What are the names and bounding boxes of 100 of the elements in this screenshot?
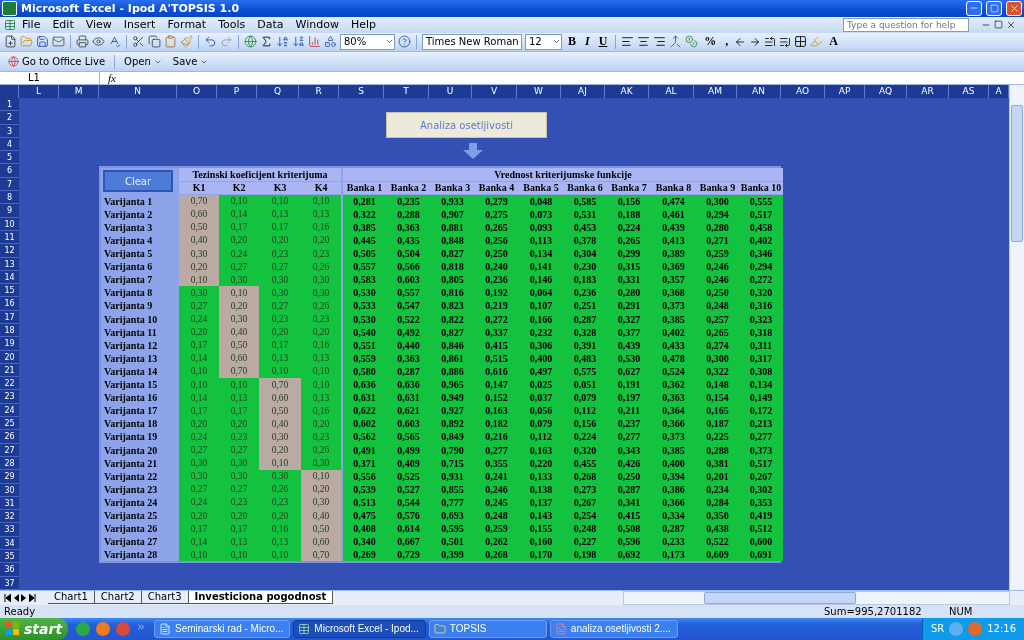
last-sheet-icon[interactable] (29, 593, 36, 602)
column-header[interactable]: R (299, 84, 339, 98)
menu-item[interactable]: Format (161, 18, 213, 32)
maximize-button[interactable] (986, 0, 1002, 16)
column-header[interactable]: AL (649, 84, 694, 98)
taskbar-button[interactable]: analiza osetljivosti 2.... (549, 620, 678, 638)
new-file-icon[interactable] (4, 35, 17, 49)
sum-icon[interactable] (260, 35, 273, 49)
minimize-button[interactable] (966, 0, 982, 16)
score-cell: 0,277 (474, 443, 519, 457)
column-header[interactable]: T (384, 84, 429, 98)
previous-sheet-icon[interactable] (13, 593, 19, 602)
undo-icon[interactable] (204, 35, 217, 49)
open-button[interactable]: Open (120, 54, 166, 70)
column-header[interactable]: AK (605, 84, 649, 98)
column-header[interactable]: AR (907, 84, 949, 98)
globe-icon[interactable] (244, 35, 257, 49)
sheet-tab[interactable]: Chart2 (94, 591, 142, 605)
underline-button[interactable]: U (595, 34, 611, 50)
column-header[interactable]: V (472, 84, 517, 98)
column-header[interactable]: P (217, 84, 257, 98)
restore-icon[interactable] (994, 20, 1003, 30)
column-header[interactable]: L (19, 84, 59, 98)
percent-button[interactable]: % (701, 34, 720, 50)
align-left-icon[interactable] (621, 35, 635, 49)
column-header[interactable]: AQ (865, 84, 907, 98)
mail-icon[interactable] (52, 35, 65, 49)
office-live-button[interactable]: Go to Office Live (4, 54, 110, 70)
decrease-indent-icon[interactable] (764, 35, 777, 48)
sheet-tab[interactable]: Chart1 (48, 591, 95, 605)
increase-indent-icon[interactable] (779, 35, 792, 48)
column-header[interactable]: S (339, 84, 384, 98)
font-dropdown[interactable]: Times New Roman (422, 33, 522, 50)
chart-icon[interactable] (308, 35, 321, 49)
paste-icon[interactable] (164, 35, 177, 49)
column-header[interactable]: AS (949, 84, 989, 98)
sheet-tab[interactable]: Investiciona pogodnost (188, 591, 334, 605)
font-color-button[interactable]: A (826, 34, 842, 50)
menu-item[interactable]: View (79, 18, 118, 32)
menu-item[interactable]: Edit (46, 18, 80, 32)
italic-button[interactable]: I (582, 34, 593, 50)
bold-button[interactable]: B (565, 34, 579, 50)
column-header[interactable]: O (177, 84, 217, 98)
column-header[interactable]: AN (737, 84, 781, 98)
align-center-icon[interactable] (637, 35, 651, 49)
next-sheet-icon[interactable] (21, 593, 27, 602)
align-right-icon[interactable] (653, 35, 667, 49)
column-header[interactable]: N (99, 84, 177, 98)
analysis-button[interactable]: Analiza osetljivosti (386, 112, 547, 138)
score-cell: 0,160 (519, 535, 563, 549)
menu-item[interactable]: Insert (117, 18, 162, 32)
sort-ascending-icon[interactable] (276, 35, 289, 49)
column-header[interactable]: AP (825, 84, 865, 98)
help-icon[interactable] (398, 35, 411, 49)
drawing-icon[interactable] (324, 35, 337, 49)
menu-item[interactable]: Window (289, 18, 345, 32)
menu-item[interactable]: Help (344, 18, 382, 32)
weight-cell: 0,70 (301, 548, 341, 562)
merge-cells-icon[interactable] (669, 35, 683, 49)
more-icon[interactable] (136, 622, 146, 632)
column-header[interactable]: AO (781, 84, 825, 98)
column-header[interactable]: AJ (561, 84, 605, 98)
taskbar-button[interactable]: Seminarski rad - Micro... (154, 620, 291, 638)
pdf-icon (554, 623, 567, 635)
cut-icon[interactable] (132, 35, 145, 49)
vertical-scrollbar[interactable] (1009, 84, 1024, 590)
column-header[interactable]: U (429, 84, 472, 98)
column-header[interactable]: M (59, 84, 99, 98)
spellcheck-icon[interactable] (108, 35, 121, 49)
taskbar-button[interactable]: TOPSIS (428, 620, 547, 638)
function-button[interactable]: fx (100, 71, 124, 84)
printer-icon[interactable] (76, 35, 89, 49)
score-cell: 0,216 (474, 430, 519, 444)
taskbar-button[interactable]: Microsoft Excel - Ipod... (293, 620, 426, 638)
save-button[interactable]: Save (168, 54, 213, 70)
clear-button[interactable]: Clear (103, 170, 173, 192)
copy-icon[interactable] (148, 35, 161, 49)
close-icon[interactable] (1006, 19, 1016, 30)
column-header[interactable]: Q (257, 84, 299, 98)
comma-style-button[interactable]: , (722, 34, 732, 50)
save-icon[interactable] (36, 35, 49, 49)
menu-item[interactable]: File (16, 18, 47, 32)
help-search-field[interactable]: Type a question for help (843, 17, 969, 32)
column-header[interactable]: AM (694, 84, 737, 98)
menu-item[interactable]: Tools (212, 18, 252, 32)
name-box[interactable]: L1 (0, 71, 100, 84)
browser-shortcut-icon[interactable] (96, 622, 110, 636)
print-preview-icon[interactable] (92, 35, 105, 49)
menu-item[interactable]: Data (251, 18, 290, 32)
horizontal-scrollbar[interactable] (623, 590, 1010, 605)
first-sheet-icon[interactable] (4, 593, 11, 602)
font-size-dropdown[interactable]: 12 (525, 33, 562, 50)
row-label: Varijanta 10 (103, 312, 159, 326)
sheet-tab[interactable]: Chart3 (141, 591, 189, 605)
borders-icon[interactable] (794, 35, 808, 49)
zoom-dropdown[interactable]: 80% (340, 33, 395, 50)
sort-descending-icon[interactable] (292, 35, 305, 49)
currency-icon[interactable] (685, 35, 699, 49)
column-header[interactable]: W (517, 84, 561, 98)
close-button[interactable] (1006, 0, 1022, 16)
